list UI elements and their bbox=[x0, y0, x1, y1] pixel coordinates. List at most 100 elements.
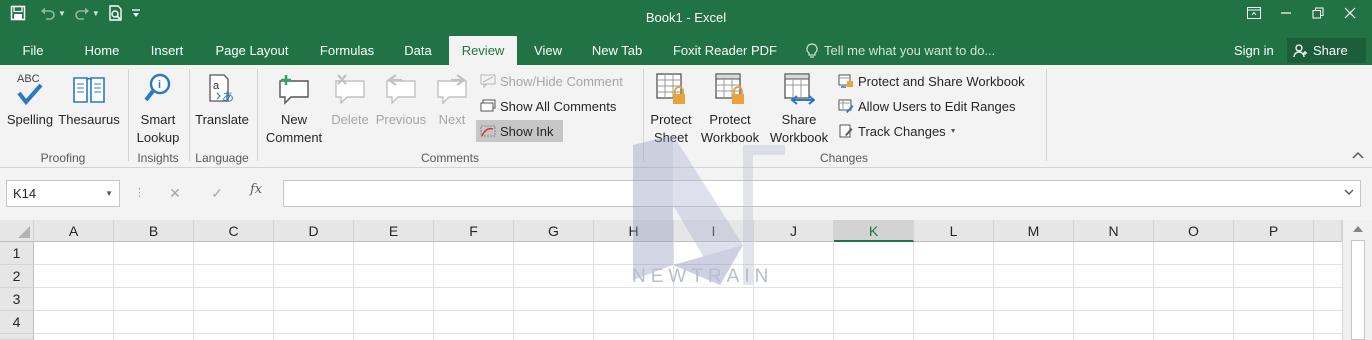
row-header-1[interactable]: 1 bbox=[0, 242, 34, 265]
smart-lookup-button[interactable]: i Smart Lookup bbox=[132, 69, 184, 147]
thesaurus-label: Thesaurus bbox=[58, 112, 120, 127]
delete-comment-button[interactable]: Delete bbox=[328, 69, 372, 129]
new-comment-label-1: New bbox=[280, 112, 307, 127]
smart-lookup-label-2: Lookup bbox=[136, 130, 180, 145]
show-all-comments-button[interactable]: Show All Comments bbox=[476, 95, 620, 117]
formula-bar-grip-icon[interactable]: ⋮ bbox=[134, 186, 145, 199]
tab-review[interactable]: Review bbox=[449, 36, 517, 65]
column-header-j[interactable]: J bbox=[754, 220, 834, 242]
ribbon-display-options-icon[interactable] bbox=[1238, 0, 1270, 26]
svg-text:i: i bbox=[158, 79, 161, 91]
column-header-k[interactable]: K bbox=[834, 220, 914, 242]
row-header-3[interactable]: 3 bbox=[0, 288, 34, 311]
column-header-p[interactable]: P bbox=[1234, 220, 1314, 242]
minimize-icon[interactable] bbox=[1270, 0, 1302, 26]
proofing-group-label: Proofing bbox=[40, 151, 86, 165]
spelling-label: Spelling bbox=[6, 112, 54, 127]
protect-workbook-button[interactable]: Protect Workbook bbox=[698, 69, 762, 147]
smart-lookup-icon: i bbox=[140, 69, 176, 109]
window-controls bbox=[1238, 0, 1366, 26]
track-changes-label: Track Changes bbox=[858, 123, 946, 139]
svg-text:a: a bbox=[213, 80, 220, 92]
column-header-g[interactable]: G bbox=[514, 220, 594, 242]
sign-in-link[interactable]: Sign in bbox=[1234, 36, 1274, 65]
translate-button[interactable]: aあ Translate bbox=[192, 69, 252, 129]
thesaurus-button[interactable]: Thesaurus bbox=[56, 69, 122, 129]
tell-me-box[interactable]: Tell me what you want to do... bbox=[806, 36, 995, 65]
scrollbar-thumb[interactable] bbox=[1351, 240, 1365, 340]
show-ink-button[interactable]: Show Ink bbox=[476, 120, 563, 142]
new-comment-icon bbox=[276, 69, 312, 109]
column-header-c[interactable]: C bbox=[194, 220, 274, 242]
scroll-up-icon[interactable] bbox=[1353, 226, 1363, 232]
column-header-f[interactable]: F bbox=[434, 220, 514, 242]
column-header-o[interactable]: O bbox=[1154, 220, 1234, 242]
comments-group-label: Comments bbox=[420, 151, 479, 165]
allow-users-icon bbox=[838, 99, 854, 113]
tab-insert[interactable]: Insert bbox=[143, 36, 191, 65]
previous-comment-button[interactable]: Previous bbox=[374, 69, 428, 129]
tab-foxit-reader-pdf[interactable]: Foxit Reader PDF bbox=[666, 36, 784, 65]
show-hide-comment-button[interactable]: Show/Hide Comment bbox=[476, 70, 627, 92]
column-header-m[interactable]: M bbox=[994, 220, 1074, 242]
worksheet-grid: A B C D E F G H I J K L M N O P 1 2 3 4 bbox=[0, 220, 1372, 340]
smart-lookup-label-1: Smart bbox=[140, 112, 176, 127]
row-header-2[interactable]: 2 bbox=[0, 265, 34, 288]
close-icon[interactable] bbox=[1334, 0, 1366, 26]
new-comment-label-2: Comment bbox=[265, 130, 323, 145]
new-comment-button[interactable]: New Comment bbox=[262, 69, 326, 147]
protect-sheet-button[interactable]: Protect Sheet bbox=[646, 69, 696, 147]
next-comment-button[interactable]: Next bbox=[430, 69, 474, 129]
insert-function-icon[interactable]: fx bbox=[250, 182, 262, 197]
protect-sheet-label-1: Protect bbox=[650, 112, 692, 127]
share-button[interactable]: Share bbox=[1287, 38, 1366, 63]
column-header-h[interactable]: H bbox=[594, 220, 674, 242]
cell-area[interactable] bbox=[34, 242, 1342, 340]
tab-data[interactable]: Data bbox=[397, 36, 439, 65]
column-header-a[interactable]: A bbox=[34, 220, 114, 242]
collapse-ribbon-icon[interactable] bbox=[1352, 151, 1364, 162]
allow-users-edit-ranges-button[interactable]: Allow Users to Edit Ranges bbox=[834, 95, 1020, 117]
review-ribbon: ABC Spelling Thesaurus Proofing i Smart … bbox=[0, 65, 1372, 168]
name-box-dropdown-icon[interactable]: ▼ bbox=[105, 181, 113, 206]
spelling-check-icon: ABC bbox=[12, 69, 48, 109]
expand-formula-bar-icon[interactable] bbox=[1344, 187, 1354, 198]
tab-page-layout[interactable]: Page Layout bbox=[207, 36, 297, 65]
protect-and-share-label: Protect and Share Workbook bbox=[858, 73, 1025, 89]
share-workbook-button[interactable]: Share Workbook bbox=[766, 69, 832, 147]
confirm-entry-icon[interactable]: ✓ bbox=[208, 184, 226, 202]
tab-new-tab[interactable]: New Tab bbox=[584, 36, 650, 65]
svg-text:あ: あ bbox=[222, 90, 234, 104]
select-all-button[interactable] bbox=[0, 220, 34, 242]
column-header-e[interactable]: E bbox=[354, 220, 434, 242]
column-header-l[interactable]: L bbox=[914, 220, 994, 242]
column-header-partial[interactable] bbox=[1314, 220, 1342, 242]
next-label: Next bbox=[438, 112, 466, 127]
tab-file[interactable]: File bbox=[14, 36, 52, 65]
tab-view[interactable]: View bbox=[527, 36, 569, 65]
show-ink-label: Show Ink bbox=[500, 123, 554, 139]
lightbulb-icon bbox=[806, 42, 818, 58]
column-header-i[interactable]: I bbox=[674, 220, 754, 242]
formula-bar: K14 ▼ ⋮ ✕ ✓ fx bbox=[0, 168, 1372, 220]
track-changes-dropdown-icon[interactable]: ▼ bbox=[950, 128, 957, 135]
row-header-partial[interactable] bbox=[0, 334, 34, 340]
protect-sheet-icon bbox=[653, 69, 689, 109]
book-icon bbox=[71, 69, 107, 109]
row-header-4[interactable]: 4 bbox=[0, 311, 34, 334]
vertical-scrollbar[interactable] bbox=[1342, 220, 1372, 340]
spelling-button[interactable]: ABC Spelling bbox=[4, 69, 56, 129]
tab-home[interactable]: Home bbox=[78, 36, 126, 65]
tab-formulas[interactable]: Formulas bbox=[312, 36, 382, 65]
name-box[interactable]: K14 ▼ bbox=[6, 180, 120, 207]
track-changes-button[interactable]: Track Changes ▼ bbox=[834, 120, 961, 142]
column-header-d[interactable]: D bbox=[274, 220, 354, 242]
cancel-entry-icon[interactable]: ✕ bbox=[166, 184, 184, 202]
column-header-b[interactable]: B bbox=[114, 220, 194, 242]
protect-and-share-workbook-button[interactable]: Protect and Share Workbook bbox=[834, 70, 1029, 92]
group-separator bbox=[189, 69, 190, 161]
formula-input[interactable] bbox=[283, 180, 1361, 207]
show-all-comments-label: Show All Comments bbox=[500, 98, 617, 114]
restore-icon[interactable] bbox=[1302, 0, 1334, 26]
column-header-n[interactable]: N bbox=[1074, 220, 1154, 242]
